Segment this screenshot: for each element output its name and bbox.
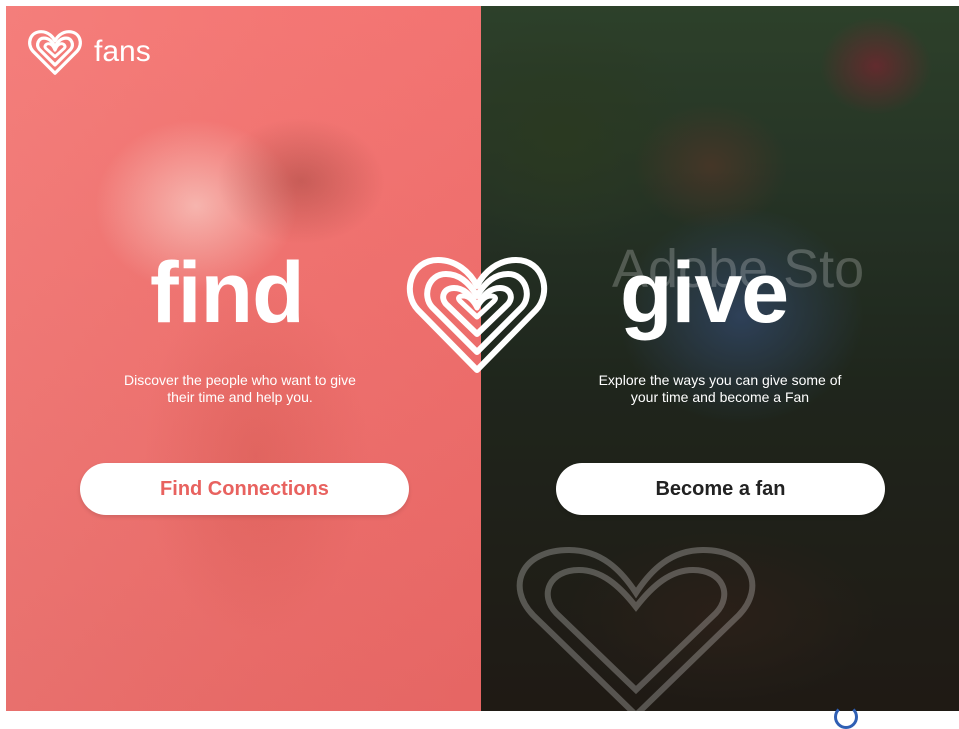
find-heading: find <box>150 245 305 341</box>
give-heading: give <box>620 245 789 341</box>
find-connections-button[interactable]: Find Connections <box>80 463 409 515</box>
brand-logo[interactable]: fans <box>26 28 151 76</box>
brand-name: fans <box>94 35 151 68</box>
become-a-fan-button[interactable]: Become a fan <box>556 463 885 515</box>
background-heart-icon <box>516 546 756 720</box>
spinner-icon <box>834 705 858 729</box>
center-heart-icon <box>406 257 548 373</box>
give-description: Explore the ways you can give some of yo… <box>598 372 842 405</box>
heart-logo-icon <box>28 30 82 75</box>
find-description: Discover the people who want to give the… <box>124 372 356 405</box>
